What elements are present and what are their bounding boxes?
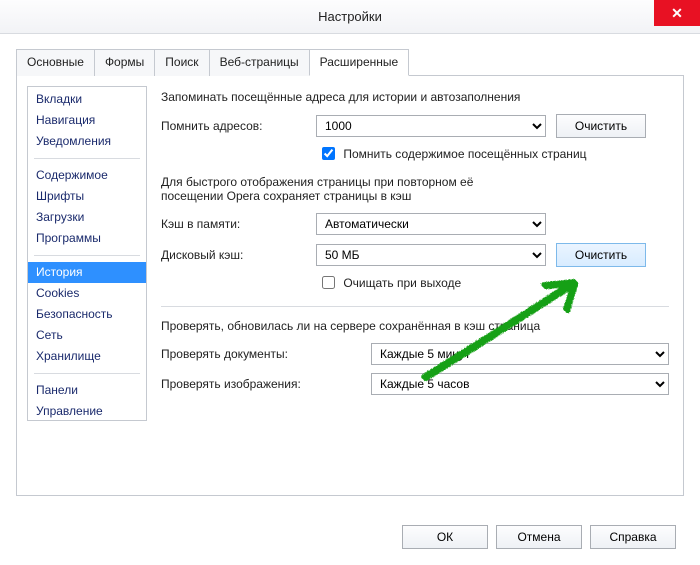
tab-basic[interactable]: Основные	[16, 49, 95, 76]
cancel-button[interactable]: Отмена	[496, 525, 582, 549]
row-remember-content: Помнить содержимое посещённых страниц	[161, 144, 669, 163]
dialog-footer: ОК Отмена Справка	[402, 525, 676, 549]
label-clear-on-exit: Очищать при выходе	[343, 276, 461, 290]
tab-webpages[interactable]: Веб-страницы	[209, 49, 310, 76]
sidebar-item-management[interactable]: Управление	[28, 401, 146, 422]
sidebar-separator	[34, 255, 140, 256]
sidebar-separator	[34, 373, 140, 374]
select-check-documents[interactable]: Каждые 5 минут	[371, 343, 669, 365]
window-title: Настройки	[318, 9, 382, 24]
tab-forms[interactable]: Формы	[94, 49, 155, 76]
close-button[interactable]: ✕	[654, 0, 700, 26]
select-memory-cache[interactable]: Автоматически	[316, 213, 546, 235]
divider	[161, 306, 669, 307]
label-disk-cache: Дисковый кэш:	[161, 248, 306, 262]
row-clear-on-exit: Очищать при выходе	[161, 273, 669, 292]
checkbox-remember-content[interactable]	[322, 147, 335, 160]
section-cache-heading-line1: Для быстрого отображения страницы при по…	[161, 175, 669, 189]
tabstrip: Основные Формы Поиск Веб-страницы Расшир…	[16, 48, 684, 76]
sidebar-item-downloads[interactable]: Загрузки	[28, 207, 146, 228]
sidebar-item-programs[interactable]: Программы	[28, 228, 146, 249]
titlebar: Настройки ✕	[0, 0, 700, 34]
section-cache-heading-line2: посещении Opera сохраняет страницы в кэш	[161, 189, 669, 203]
sidebar: Вкладки Навигация Уведомления Содержимое…	[27, 86, 147, 421]
row-check-documents: Проверять документы: Каждые 5 минут	[161, 343, 669, 365]
label-memory-cache: Кэш в памяти:	[161, 217, 306, 231]
ok-button[interactable]: ОК	[402, 525, 488, 549]
sidebar-item-security[interactable]: Безопасность	[28, 304, 146, 325]
row-disk-cache: Дисковый кэш: 50 МБ Очистить	[161, 243, 669, 267]
row-memory-cache: Кэш в памяти: Автоматически	[161, 213, 669, 235]
window-body: Основные Формы Поиск Веб-страницы Расшир…	[0, 34, 700, 504]
tab-advanced[interactable]: Расширенные	[309, 49, 410, 76]
clear-history-button[interactable]: Очистить	[556, 114, 646, 138]
section-history-heading: Запоминать посещённые адреса для истории…	[161, 90, 669, 104]
checkbox-clear-on-exit[interactable]	[322, 276, 335, 289]
select-address-count[interactable]: 1000	[316, 115, 546, 137]
row-remember-addresses: Помнить адресов: 1000 Очистить	[161, 114, 669, 138]
select-disk-cache[interactable]: 50 МБ	[316, 244, 546, 266]
clear-cache-button[interactable]: Очистить	[556, 243, 646, 267]
sidebar-item-cookies[interactable]: Cookies	[28, 283, 146, 304]
sidebar-item-tabs[interactable]: Вкладки	[28, 89, 146, 110]
sidebar-item-fonts[interactable]: Шрифты	[28, 186, 146, 207]
sidebar-item-panels[interactable]: Панели	[28, 380, 146, 401]
label-remember-addresses: Помнить адресов:	[161, 119, 306, 133]
sidebar-item-network[interactable]: Сеть	[28, 325, 146, 346]
sidebar-item-content[interactable]: Содержимое	[28, 165, 146, 186]
tab-search[interactable]: Поиск	[154, 49, 209, 76]
sidebar-separator	[34, 158, 140, 159]
label-check-documents: Проверять документы:	[161, 347, 361, 361]
label-remember-content: Помнить содержимое посещённых страниц	[343, 147, 586, 161]
sidebar-item-history[interactable]: История	[28, 262, 146, 283]
close-icon: ✕	[671, 5, 683, 22]
help-button[interactable]: Справка	[590, 525, 676, 549]
main-panel: Запоминать посещённые адреса для истории…	[161, 86, 669, 483]
section-check-heading: Проверять, обновилась ли на сервере сохр…	[161, 319, 669, 333]
sidebar-item-navigation[interactable]: Навигация	[28, 110, 146, 131]
label-check-images: Проверять изображения:	[161, 377, 361, 391]
tab-content: Вкладки Навигация Уведомления Содержимое…	[16, 76, 684, 496]
row-check-images: Проверять изображения: Каждые 5 часов	[161, 373, 669, 395]
sidebar-item-storage[interactable]: Хранилище	[28, 346, 146, 367]
select-check-images[interactable]: Каждые 5 часов	[371, 373, 669, 395]
sidebar-item-notifications[interactable]: Уведомления	[28, 131, 146, 152]
